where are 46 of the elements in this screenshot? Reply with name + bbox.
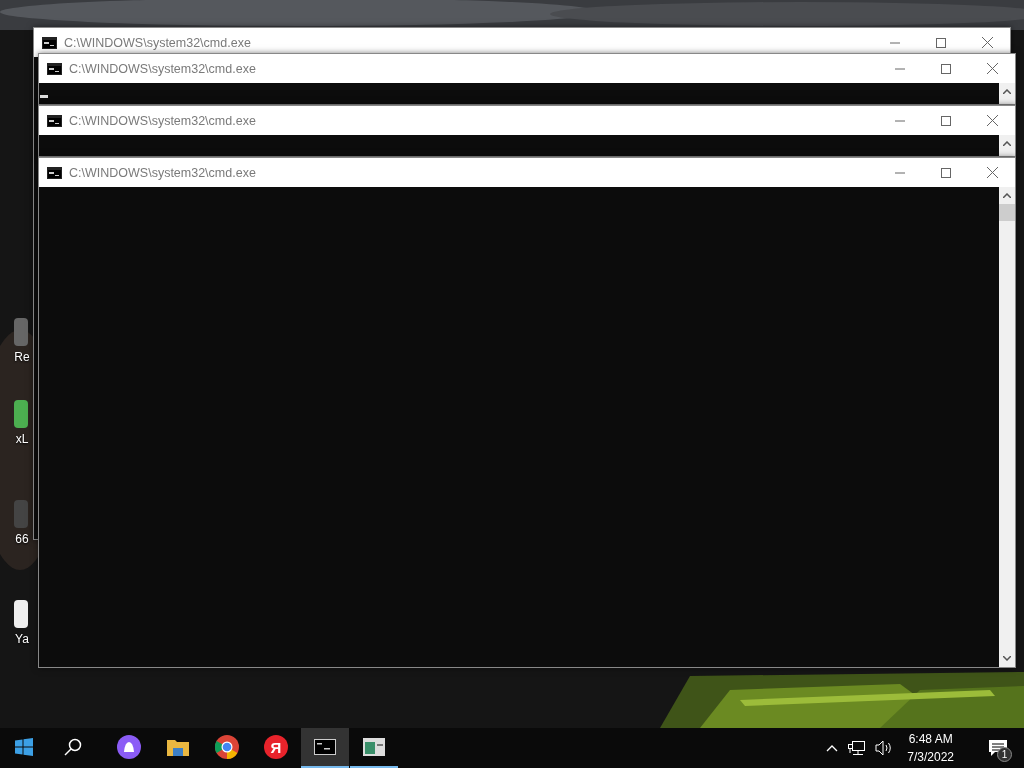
browser-icon	[215, 735, 239, 759]
assistant-icon	[117, 735, 141, 759]
console-icon	[47, 114, 62, 127]
search-icon	[64, 738, 82, 756]
folder-icon	[167, 738, 189, 756]
scroll-up-icon[interactable]	[1003, 89, 1011, 94]
maximize-icon	[941, 63, 951, 74]
scrollbar[interactable]	[999, 135, 1015, 156]
shortcut-label[interactable]: Ya	[15, 632, 29, 646]
shortcut-label[interactable]: Re	[14, 350, 30, 364]
maximize-icon	[941, 167, 951, 178]
maximize-icon	[936, 37, 946, 48]
network-icon[interactable]	[848, 740, 866, 756]
scrollbar-thumb[interactable]	[999, 204, 1015, 221]
window-title: C:\WINDOWS\system32\cmd.exe	[69, 113, 257, 128]
window-title: C:\WINDOWS\system32\cmd.exe	[64, 35, 252, 50]
window-title: C:\WINDOWS\system32\cmd.exe	[69, 165, 257, 180]
scroll-up-icon[interactable]	[1003, 141, 1011, 146]
notification-count: 1	[997, 747, 1012, 762]
scroll-down-icon[interactable]	[1003, 656, 1011, 661]
close-icon	[981, 37, 993, 48]
window-title: C:\WINDOWS\system32\cmd.exe	[69, 61, 257, 76]
console-icon	[314, 739, 336, 755]
shortcut-label[interactable]: 66	[15, 532, 29, 546]
scrollbar[interactable]	[999, 187, 1015, 667]
taskbar-app[interactable]: Я	[252, 728, 300, 768]
shortcut-label[interactable]: xL	[15, 432, 29, 446]
close-icon	[986, 115, 998, 126]
windows-logo-icon	[15, 738, 33, 756]
taskbar-app[interactable]	[301, 728, 349, 768]
clock-time: 6:48 AM	[908, 731, 953, 748]
console-icon	[47, 166, 62, 179]
scrollbar[interactable]	[999, 83, 1015, 104]
volume-icon[interactable]	[875, 740, 894, 756]
app-window-icon	[363, 738, 385, 756]
console-icon	[47, 62, 62, 75]
close-icon	[986, 63, 998, 74]
clock-date: 7/3/2022	[907, 749, 954, 766]
maximize-icon	[941, 115, 951, 126]
scroll-up-icon[interactable]	[1003, 193, 1011, 198]
close-icon	[986, 167, 998, 178]
console-icon	[42, 36, 57, 49]
notification-button[interactable]: 1	[978, 728, 1018, 768]
chevron-up-icon[interactable]	[826, 744, 839, 752]
browser-logo: Я	[264, 735, 288, 759]
clock[interactable]: 6:48 AM 7/3/2022	[907, 730, 954, 766]
